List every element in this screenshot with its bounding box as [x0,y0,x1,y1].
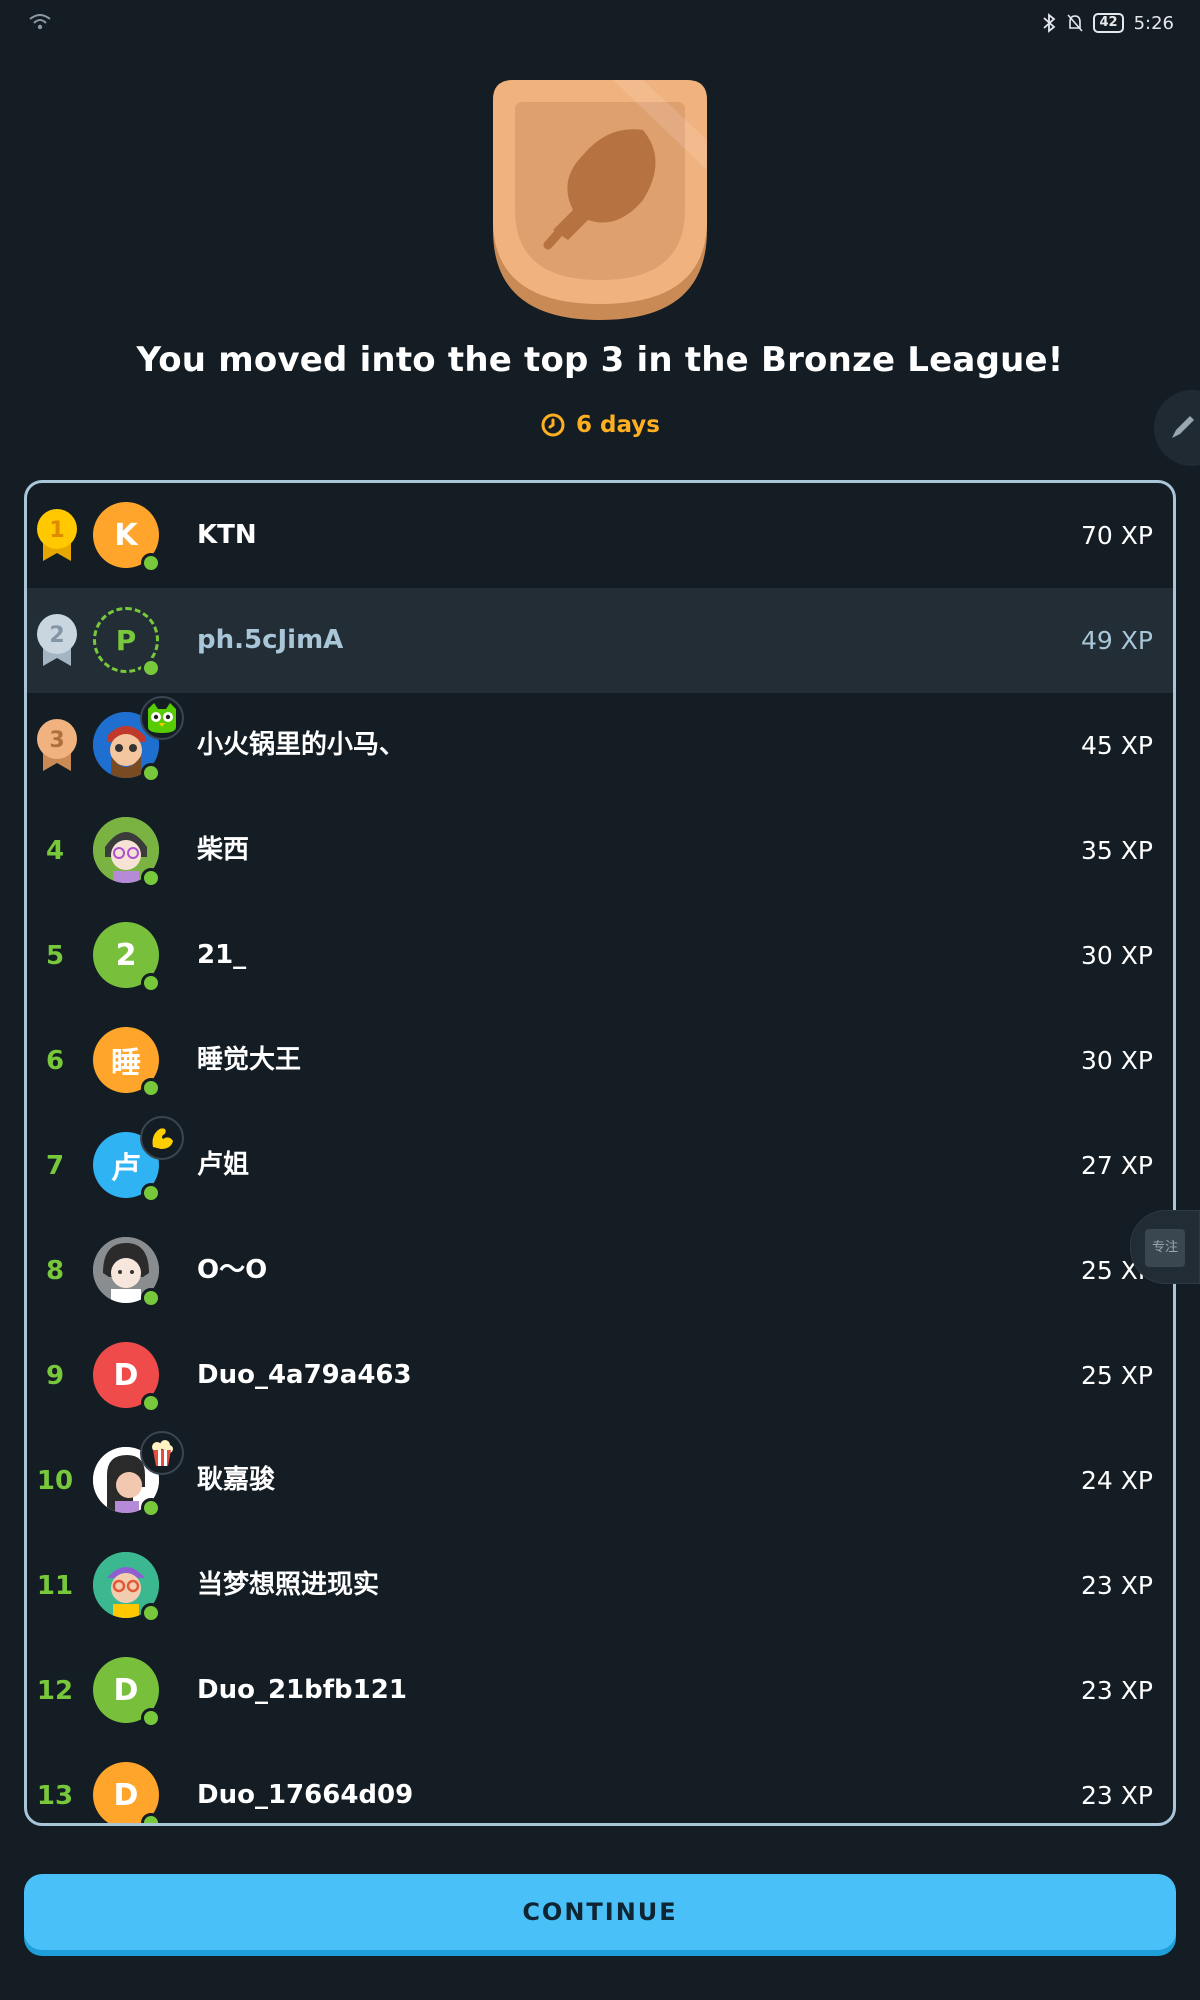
user-xp: 70 XP [1081,521,1153,550]
leaderboard-row[interactable]: 9 D Duo_4a79a463 25 XP [27,1323,1173,1428]
silver-medal-icon: 2 [37,614,77,666]
user-name: ph.5cJimA [197,625,344,655]
online-indicator [141,1078,161,1098]
flexed-arm-badge [140,1116,184,1160]
user-name: KTN [197,520,257,550]
leaderboard-row[interactable]: 3 小火锅里的小马、 45 XP [27,693,1173,798]
leaderboard-row[interactable]: 5 2 21_ 30 XP [27,903,1173,1008]
time-remaining: 6 days [0,412,1200,438]
user-xp: 23 XP [1081,1781,1153,1810]
user-name: 柴西 [197,835,250,865]
leaderboard-row-current-user[interactable]: 2 P ph.5cJimA 49 XP [27,588,1173,693]
user-name: Duo_21bfb121 [197,1675,407,1705]
leaderboard-row[interactable]: 4 柴西 35 XP [27,798,1173,903]
duo-owl-badge [140,696,184,740]
user-xp: 30 XP [1081,941,1153,970]
rank-number: 8 [45,1255,65,1286]
rank-number: 4 [45,835,65,866]
online-indicator [141,658,161,678]
leaderboard-row[interactable]: 10 耿嘉骏 24 XP [27,1428,1173,1533]
leaderboard-row[interactable]: 13 D Duo_17664d09 23 XP [27,1743,1173,1823]
user-name: Duo_17664d09 [197,1780,414,1810]
rank-number: 6 [45,1045,65,1076]
pencil-icon [1172,416,1194,438]
online-indicator [141,973,161,993]
rank-number: 13 [36,1780,74,1811]
rank-number: 2 [49,623,64,648]
user-xp: 49 XP [1081,626,1153,655]
leaderboard-row[interactable]: 1 K KTN 70 XP [27,483,1173,588]
battery-indicator: 42 [1093,13,1124,33]
status-bar: 42 5:26 [0,0,1200,46]
user-name: 睡觉大王 [197,1045,302,1075]
user-name: O～O [197,1255,268,1285]
online-indicator [141,868,161,888]
bluetooth-icon [1043,13,1056,33]
popcorn-badge [140,1431,184,1475]
rank-number: 11 [36,1570,74,1601]
user-name: 小火锅里的小马、 [197,730,406,760]
floating-focus-button[interactable]: 专注 [1130,1210,1200,1284]
bronze-medal-icon: 3 [37,719,77,771]
focus-label: 专注 [1145,1229,1185,1267]
rank-number: 5 [45,940,65,971]
leaderboard: 1 K KTN 70 XP 2 P ph.5cJimA 49 XP 3 小火锅里… [24,480,1176,1826]
page-title: You moved into the top 3 in the Bronze L… [136,340,1064,380]
clock-icon [541,413,565,437]
leaderboard-row[interactable]: 8 O～O 25 XP [27,1218,1173,1323]
rank-number: 12 [36,1675,74,1706]
user-name: 耿嘉骏 [197,1465,276,1495]
user-xp: 23 XP [1081,1571,1153,1600]
popcorn-icon [152,1440,173,1466]
wifi-icon [29,14,51,30]
online-indicator [141,1288,161,1308]
floating-pencil-button[interactable] [1154,390,1200,466]
leaderboard-row[interactable]: 11 当梦想照进现实 23 XP [27,1533,1173,1638]
rank-cell: 3 [27,693,83,798]
online-indicator [141,1813,161,1823]
user-xp: 35 XP [1081,836,1153,865]
online-indicator [141,1393,161,1413]
user-xp: 27 XP [1081,1151,1153,1180]
leaderboard-row[interactable]: 12 D Duo_21bfb121 23 XP [27,1638,1173,1743]
clock-time: 5:26 [1133,12,1174,34]
user-xp: 24 XP [1081,1466,1153,1495]
online-indicator [141,1498,161,1518]
leaderboard-row[interactable]: 7 卢 卢姐 27 XP [27,1113,1173,1218]
user-name: Duo_4a79a463 [197,1360,412,1390]
rank-cell: 1 [27,483,83,588]
rank-number: 7 [45,1150,65,1181]
bell-off-icon [1067,14,1084,32]
bronze-league-shield-icon [493,80,707,320]
user-name: 21_ [197,940,247,970]
online-indicator [141,553,161,573]
flexed-arm-icon [152,1128,173,1149]
user-xp: 23 XP [1081,1676,1153,1705]
user-xp: 25 XP [1081,1361,1153,1390]
continue-button[interactable]: CONTINUE [24,1874,1176,1950]
online-indicator [141,1708,161,1728]
user-xp: 30 XP [1081,1046,1153,1075]
league-result-screen: 42 5:26 You moved into the top 3 in the … [0,0,1200,2000]
status-indicators: 42 5:26 [1041,10,1174,36]
online-indicator [141,763,161,783]
online-indicator [141,1603,161,1623]
leaderboard-row[interactable]: 6 睡 睡觉大王 30 XP [27,1008,1173,1113]
user-name: 卢姐 [197,1150,250,1180]
rank-cell: 2 [27,588,83,693]
online-indicator [141,1183,161,1203]
user-xp: 45 XP [1081,731,1153,760]
time-remaining-label: 6 days [576,412,660,438]
rank-number: 3 [49,728,64,753]
rank-number: 9 [45,1360,65,1391]
duo-owl-icon [148,703,176,733]
rank-number: 1 [49,518,64,543]
rank-number: 10 [36,1465,74,1496]
user-name: 当梦想照进现实 [197,1570,380,1600]
gold-medal-icon: 1 [37,509,77,561]
